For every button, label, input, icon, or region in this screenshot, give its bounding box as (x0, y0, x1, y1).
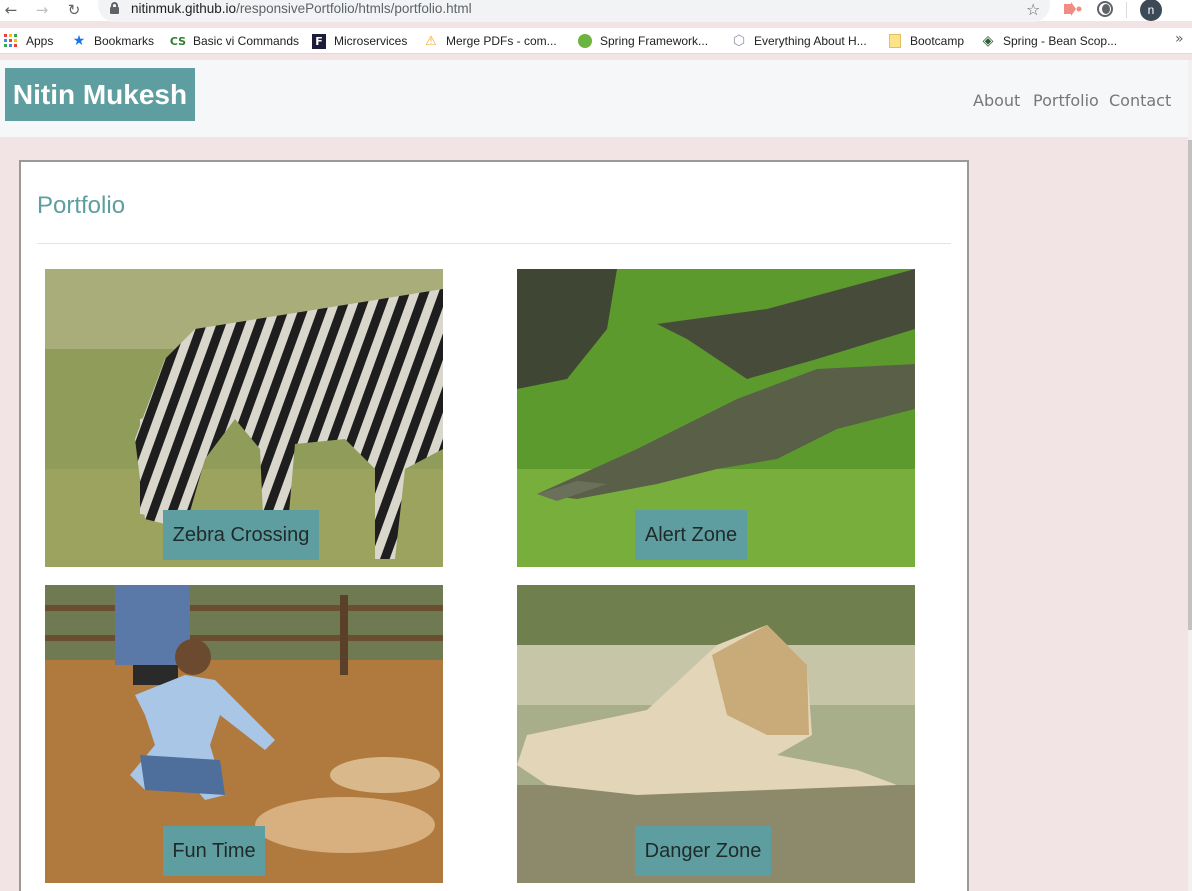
bookmark-item[interactable]: ★ Bookmarks (71, 32, 154, 50)
forward-arrow-icon[interactable]: → (32, 0, 52, 20)
toolbar-separator (1126, 2, 1127, 18)
bookmark-label: Microservices (334, 34, 408, 48)
bookmark-label: Bookmarks (94, 34, 155, 48)
dark-mode-extension-icon[interactable] (1097, 1, 1113, 17)
browser-toolbar: ← → ↻ nitinmuk.github.io/responsivePortf… (0, 0, 1192, 22)
bookmark-label: Bootcamp (910, 34, 965, 48)
portfolio-item-crocodiles[interactable]: Alert Zone (517, 269, 915, 567)
reload-icon[interactable]: ↻ (64, 0, 84, 20)
url-host: nitinmuk.github.io (131, 1, 237, 16)
caption-label: Alert Zone (635, 510, 747, 560)
portfolio-item-fun-time[interactable]: Fun Time (45, 585, 443, 883)
apps-grid-icon (3, 33, 19, 49)
diamond-icon: ◈ (982, 33, 994, 49)
caption-label: Zebra Crossing (163, 510, 319, 560)
bookmark-item[interactable]: Apps (3, 32, 53, 50)
bookmark-item[interactable]: Bootcamp (887, 32, 964, 50)
bookmark-label: Merge PDFs - com... (446, 34, 557, 48)
url-path: /responsivePortfolio/htmls/portfolio.htm… (236, 1, 472, 16)
bookmark-label: Spring - Bean Scop... (1003, 34, 1118, 48)
more-bookmarks-icon[interactable]: » (1175, 31, 1184, 47)
caption-label: Danger Zone (635, 826, 771, 876)
hexagon-icon: ⬡ (732, 33, 746, 49)
spring-leaf-icon (577, 33, 593, 49)
nav-link-about[interactable]: About (973, 91, 1020, 110)
bookmark-item[interactable]: F Microservices (311, 32, 407, 50)
bookmark-item[interactable]: Spring Framework... (577, 32, 708, 50)
folder-icon (887, 33, 903, 49)
bookmark-item[interactable]: ◈ Spring - Bean Scop... (980, 32, 1117, 50)
section-title: Portfolio (37, 192, 126, 219)
portfolio-card: Portfolio Zebra Crossing Alert Zone Fun … (19, 160, 969, 891)
extension-icon[interactable] (1064, 2, 1082, 16)
bookmark-label: Spring Framework... (600, 34, 709, 48)
divider (37, 243, 951, 244)
lock-icon (110, 2, 119, 14)
scrollbar-thumb[interactable] (1188, 140, 1192, 630)
cs-icon: CS (169, 34, 187, 48)
portfolio-item-danger-zone[interactable]: Danger Zone (517, 585, 915, 883)
site-logo[interactable]: Nitin Mukesh (5, 68, 195, 121)
site-header: Nitin Mukesh About Portfolio Contact (0, 60, 1188, 137)
profile-avatar[interactable]: n (1140, 0, 1162, 21)
page-scrollbar[interactable] (1188, 60, 1192, 891)
f-icon: F (311, 33, 327, 49)
star-icon: ★ (72, 33, 86, 49)
bookmark-item[interactable]: ⚠ Merge PDFs - com... (423, 32, 557, 50)
warning-triangle-icon: ⚠ (425, 33, 437, 49)
bookmark-item[interactable]: CS Basic vi Commands (170, 32, 299, 50)
nav-link-portfolio[interactable]: Portfolio (1033, 91, 1099, 110)
bookmark-label: Everything About H... (754, 34, 867, 48)
back-arrow-icon[interactable]: ← (1, 0, 21, 20)
caption-label: Fun Time (163, 826, 265, 876)
nav-link-contact[interactable]: Contact (1109, 91, 1171, 110)
bookmark-item[interactable]: ⬡ Everything About H... (731, 32, 867, 50)
bookmark-label: Apps (26, 34, 54, 48)
bookmark-label: Basic vi Commands (193, 34, 300, 48)
portfolio-item-zebra[interactable]: Zebra Crossing (45, 269, 443, 567)
bookmark-star-icon[interactable]: ☆ (1026, 0, 1040, 19)
url-text[interactable]: nitinmuk.github.io/responsivePortfolio/h… (131, 1, 472, 16)
